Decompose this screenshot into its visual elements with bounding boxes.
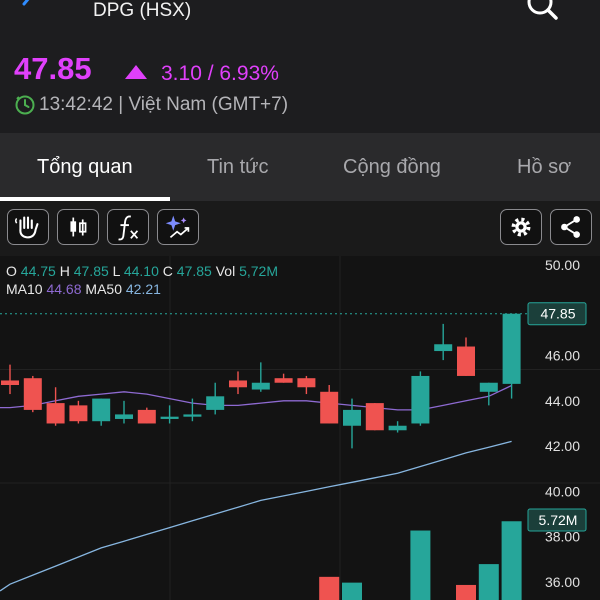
candle-body xyxy=(251,382,270,390)
hand-tool-button[interactable] xyxy=(7,209,49,245)
share-icon xyxy=(561,216,580,238)
candle-body xyxy=(1,380,19,385)
y-axis-tick-label: 44.00 xyxy=(545,393,580,409)
volume-value: 5,72M xyxy=(239,263,279,279)
close-label: C xyxy=(162,263,173,279)
tab-news[interactable]: Tin tức xyxy=(207,155,269,179)
ai-sparkle-icon xyxy=(165,215,190,239)
quote-header: DPG (HSX) 47.85 3.10 / 6.93% 13:42:42 | … xyxy=(0,0,600,133)
candle-body xyxy=(137,409,156,424)
chart-share-button[interactable] xyxy=(550,209,592,245)
y-axis-tick-label: 36.00 xyxy=(545,574,580,590)
candle-body xyxy=(297,378,316,388)
ma50-label: MA50 xyxy=(85,281,122,297)
gear-icon xyxy=(511,217,531,237)
candlestick-icon xyxy=(70,217,87,237)
ohlc-row: O 44.75 H 47.85 L 44.10 C 47.85 Vol 5,72… xyxy=(6,262,278,280)
back-arrow-icon[interactable] xyxy=(14,0,42,18)
price-change: 3.10 / 6.93% xyxy=(161,62,279,85)
y-axis-tick-label: 46.00 xyxy=(545,348,580,364)
ai-analysis-button[interactable] xyxy=(157,209,199,245)
tab-community[interactable]: Cộng đồng xyxy=(343,155,441,179)
candle-body xyxy=(92,398,111,422)
candle-body xyxy=(365,403,384,431)
volume-bar xyxy=(319,576,340,600)
candlestick-chart[interactable]: 50.0046.0044.0042.0040.0038.0036.0047.85… xyxy=(0,256,600,600)
volume-bar xyxy=(501,521,522,600)
y-axis-tick-label: 42.00 xyxy=(545,438,580,454)
open-label: O xyxy=(6,263,17,279)
volume-label: Vol xyxy=(215,263,236,279)
volume-bar xyxy=(410,530,431,600)
candle-body xyxy=(457,346,475,376)
up-arrow-icon xyxy=(125,65,147,79)
y-axis-tick-label: 40.00 xyxy=(545,483,580,499)
candle-body xyxy=(69,405,88,422)
last-price-tag-label: 47.85 xyxy=(540,306,575,322)
clock-icon xyxy=(15,95,35,115)
candle-body xyxy=(206,396,225,410)
candle-body xyxy=(115,414,133,419)
ma10-label: MA10 xyxy=(6,281,43,297)
y-axis-tick-label: 50.00 xyxy=(545,257,580,273)
function-icon xyxy=(118,215,139,241)
market-time: 13:42:42 | Việt Nam (GMT+7) xyxy=(39,94,289,115)
last-volume-tag-label: 5.72M xyxy=(539,512,578,528)
indicator-function-button[interactable] xyxy=(107,209,149,245)
candle-body xyxy=(502,313,521,384)
chart-toolbar xyxy=(0,201,600,256)
low-value: 44.10 xyxy=(123,263,159,279)
candle-body xyxy=(343,409,361,426)
volume-bar xyxy=(342,582,362,600)
candle-body xyxy=(23,378,42,410)
candle-body xyxy=(320,391,339,424)
candle-body xyxy=(46,403,65,424)
candle-body xyxy=(229,380,247,388)
candle-body xyxy=(434,344,453,352)
tab-overview[interactable]: Tổng quan xyxy=(37,155,133,179)
high-label: H xyxy=(59,263,70,279)
high-value: 47.85 xyxy=(73,263,109,279)
ohlc-legend: O 44.75 H 47.85 L 44.10 C 47.85 Vol 5,72… xyxy=(6,262,278,298)
candle-body xyxy=(274,378,293,383)
ma50-value: 42.21 xyxy=(125,281,161,297)
close-value: 47.85 xyxy=(176,263,212,279)
open-value: 44.75 xyxy=(20,263,56,279)
candle-body xyxy=(160,416,179,419)
ticker-title: DPG (HSX) xyxy=(93,0,192,21)
candle-body xyxy=(183,414,202,417)
candle-body xyxy=(479,382,498,392)
volume-bar xyxy=(478,564,499,600)
ma50-line xyxy=(0,440,512,592)
candle-body xyxy=(411,375,430,424)
hand-icon xyxy=(14,216,39,239)
search-icon[interactable] xyxy=(524,0,560,22)
ma-row: MA10 44.68 MA50 42.21 xyxy=(6,280,278,298)
chart-settings-button[interactable] xyxy=(500,209,542,245)
candle-body xyxy=(388,425,407,431)
candlestick-type-button[interactable] xyxy=(57,209,99,245)
last-price: 47.85 xyxy=(14,51,92,86)
ma10-value: 44.68 xyxy=(46,281,82,297)
volume-bar xyxy=(456,584,476,600)
tab-bar: Tổng quan Tin tức Cộng đồng Hồ sơ xyxy=(0,133,600,201)
low-label: L xyxy=(112,263,120,279)
tab-profile[interactable]: Hồ sơ xyxy=(517,155,571,179)
